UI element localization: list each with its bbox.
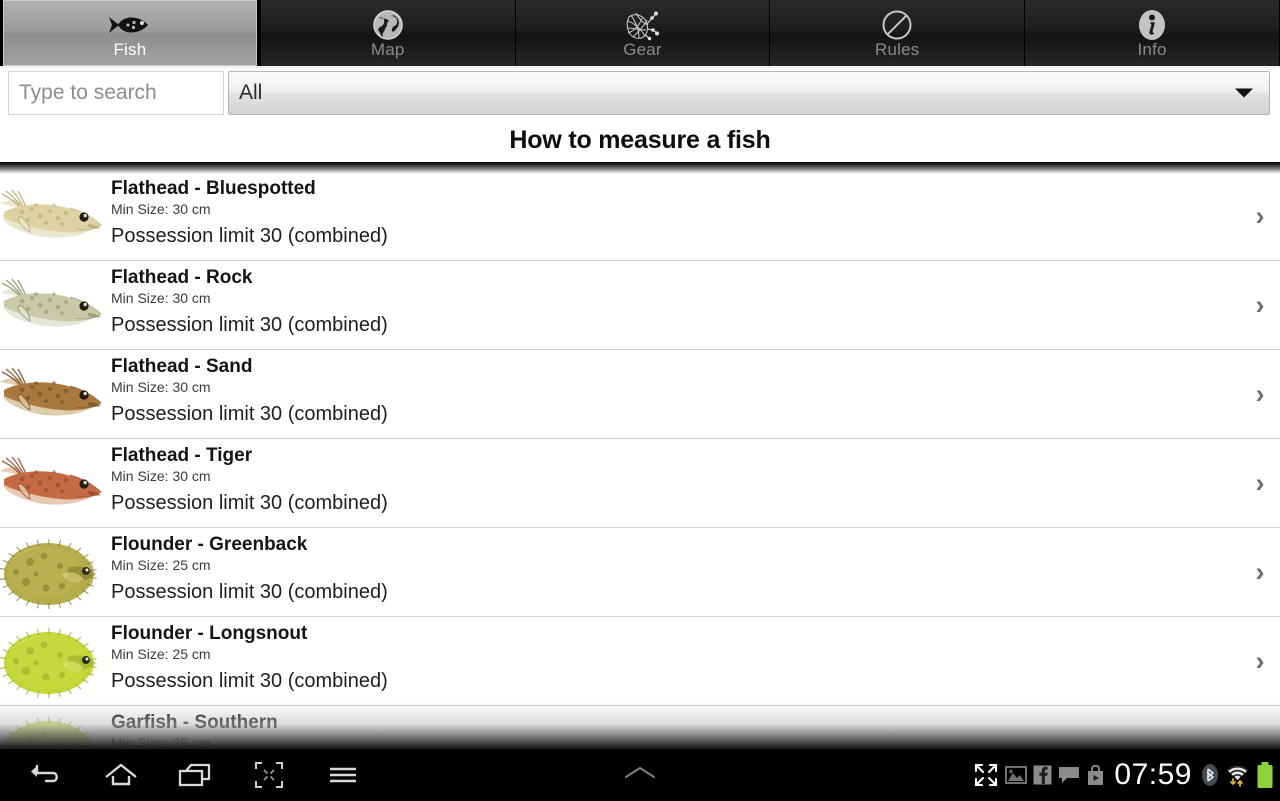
list-item-title: Flathead - Tiger [111, 444, 1240, 467]
fullscreen-icon[interactable] [973, 762, 999, 788]
list-item-possession-limit: Possession limit 30 (combined) [111, 397, 1240, 429]
menu-icon[interactable] [306, 749, 380, 801]
status-bar[interactable]: 07:59 [973, 749, 1274, 801]
recents-icon[interactable] [158, 749, 232, 801]
chevron-down-icon [1235, 89, 1253, 98]
bluetooth-icon [1201, 763, 1219, 787]
tab-gear-label: Gear [623, 41, 662, 59]
chevron-right-icon[interactable]: › [1240, 172, 1280, 260]
chevron-right-icon[interactable]: › [1240, 528, 1280, 616]
chevron-right-icon[interactable]: › [1240, 261, 1280, 349]
play-store-icon [1086, 765, 1105, 786]
tab-info-label: Info [1138, 41, 1167, 59]
how-to-measure-banner[interactable]: How to measure a fish [0, 118, 1280, 162]
gallery-icon [1005, 765, 1027, 785]
list-item-text: Flathead - SandMin Size: 30 cmPossession… [104, 350, 1240, 438]
list-item-min-size: Min Size: 25 cm [111, 556, 1240, 575]
list-item-text: Flathead - RockMin Size: 30 cmPossession… [104, 261, 1240, 349]
fish-thumb-flathead-bluespotted [0, 172, 104, 260]
list-item[interactable]: Flathead - TigerMin Size: 30 cmPossessio… [0, 439, 1280, 528]
list-item[interactable]: Flathead - RockMin Size: 30 cmPossession… [0, 261, 1280, 350]
species-list[interactable]: Flathead - BluespottedMin Size: 30 cmPos… [0, 162, 1280, 748]
tab-fish-label: Fish [113, 41, 146, 59]
list-item-text: Flounder - LongsnoutMin Size: 25 cmPosse… [104, 617, 1240, 705]
net-icon [625, 10, 659, 40]
list-item[interactable]: Flathead - SandMin Size: 30 cmPossession… [0, 350, 1280, 439]
fish-thumb-flathead-sand [0, 350, 104, 438]
species-filter-value: All [229, 81, 262, 105]
list-scroll-container[interactable]: Flathead - BluespottedMin Size: 30 cmPos… [0, 172, 1280, 748]
info-icon [1137, 10, 1167, 40]
facebook-icon [1033, 765, 1052, 785]
list-item-text: Flounder - GreenbackMin Size: 25 cmPosse… [104, 528, 1240, 616]
list-item-text: Flathead - TigerMin Size: 30 cmPossessio… [104, 439, 1240, 527]
chevron-right-icon[interactable]: › [1240, 439, 1280, 527]
list-item[interactable]: Flounder - GreenbackMin Size: 25 cmPosse… [0, 528, 1280, 617]
list-item-title: Flathead - Rock [111, 266, 1240, 289]
list-item-possession-limit: Possession limit 30 (combined) [111, 575, 1240, 607]
wifi-icon [1225, 763, 1250, 787]
search-input[interactable] [8, 71, 224, 115]
list-item-possession-limit: Possession limit 30 (combined) [111, 486, 1240, 518]
nav-buttons-group [10, 749, 380, 801]
chevron-right-icon[interactable]: › [1240, 706, 1280, 748]
list-item-title: Flounder - Greenback [111, 533, 1240, 556]
status-clock: 07:59 [1111, 758, 1195, 792]
prohibited-icon [881, 10, 913, 40]
main-tab-bar: Fish Map [0, 0, 1280, 68]
list-item[interactable]: Flathead - BluespottedMin Size: 30 cmPos… [0, 172, 1280, 261]
tab-map[interactable]: Map [261, 0, 516, 66]
fish-thumb-flathead-tiger [0, 439, 104, 527]
chevron-right-icon[interactable]: › [1240, 617, 1280, 705]
tab-info[interactable]: Info [1025, 0, 1280, 66]
fish-thumb-flounder-greenback [0, 528, 104, 616]
tab-gear[interactable]: Gear [516, 0, 771, 66]
species-filter-spinner[interactable]: All [228, 71, 1270, 115]
tab-fish[interactable]: Fish [0, 0, 261, 66]
fish-thumb-flathead-rock [0, 261, 104, 349]
list-item-min-size: Min Size: 30 cm [111, 467, 1240, 486]
tab-rules-label: Rules [875, 41, 919, 59]
list-item-min-size: Min Size: 25 cm [111, 734, 1240, 748]
message-icon [1058, 765, 1080, 785]
list-item[interactable]: Flounder - LongsnoutMin Size: 25 cmPosse… [0, 617, 1280, 706]
chevron-right-icon[interactable]: › [1240, 350, 1280, 438]
chevron-up-icon[interactable] [622, 764, 658, 787]
list-item-possession-limit: Possession limit 30 (combined) [111, 664, 1240, 696]
screenshot-icon[interactable] [232, 749, 306, 801]
fish-thumb-garfish-southern [0, 706, 104, 748]
fish-icon [106, 10, 154, 40]
list-item-text: Garfish - SouthernMin Size: 25 cm [104, 706, 1240, 748]
list-item-possession-limit: Possession limit 30 (combined) [111, 308, 1240, 340]
list-item-title: Flounder - Longsnout [111, 622, 1240, 645]
list-item-min-size: Min Size: 25 cm [111, 645, 1240, 664]
list-item-min-size: Min Size: 30 cm [111, 378, 1240, 397]
list-item-min-size: Min Size: 30 cm [111, 289, 1240, 308]
battery-icon [1256, 761, 1274, 789]
list-item-title: Flathead - Sand [111, 355, 1240, 378]
back-icon[interactable] [10, 749, 84, 801]
fish-thumb-flounder-longsnout [0, 617, 104, 705]
list-item[interactable]: Garfish - SouthernMin Size: 25 cm› [0, 706, 1280, 748]
list-item-possession-limit: Possession limit 30 (combined) [111, 219, 1240, 251]
search-filter-bar: All [0, 68, 1280, 118]
list-item-text: Flathead - BluespottedMin Size: 30 cmPos… [104, 172, 1240, 260]
list-item-min-size: Min Size: 30 cm [111, 200, 1240, 219]
tab-map-label: Map [371, 41, 405, 59]
tab-rules[interactable]: Rules [770, 0, 1025, 66]
banner-title: How to measure a fish [509, 126, 770, 155]
system-navigation-bar: 07:59 [0, 748, 1280, 800]
home-icon[interactable] [84, 749, 158, 801]
list-item-title: Garfish - Southern [111, 711, 1240, 734]
list-item-title: Flathead - Bluespotted [111, 177, 1240, 200]
globe-icon [372, 10, 404, 40]
